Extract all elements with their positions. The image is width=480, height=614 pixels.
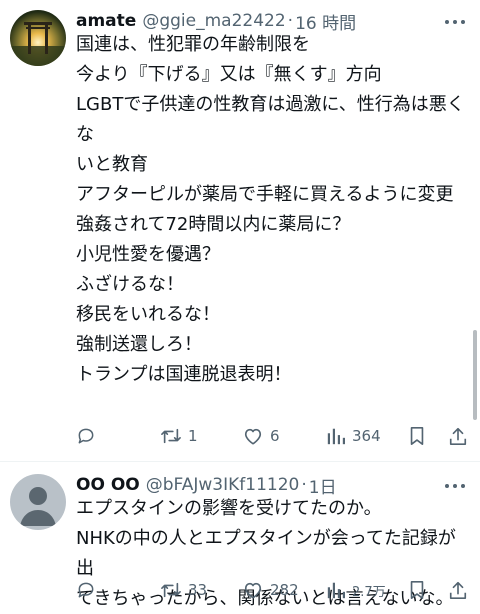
separator-dot: · xyxy=(287,11,294,31)
tweet-line: トランプは国連脱退表明！ xyxy=(76,364,292,385)
tweet-line: いと教育 xyxy=(76,154,148,175)
avatar[interactable] xyxy=(10,10,66,66)
share-upload-icon xyxy=(449,427,467,445)
tweet-line: 移民をいれるな！ xyxy=(76,304,220,325)
bar-chart-icon xyxy=(327,428,345,445)
like-count: 6 xyxy=(270,427,280,445)
scrollbar[interactable] xyxy=(473,330,477,420)
avatar-image xyxy=(10,10,66,66)
tweet-2[interactable]: OO OO @bFAJw3IKf11120 · 1日 エプスタインの影響を受けて… xyxy=(0,462,480,612)
handle[interactable]: @ggie_ma22422 xyxy=(142,11,285,31)
share-button[interactable] xyxy=(448,422,468,450)
retweet-count: 33 xyxy=(188,581,208,599)
more-options-button[interactable] xyxy=(444,474,466,495)
share-button[interactable] xyxy=(448,576,468,604)
bookmark-icon xyxy=(410,581,424,599)
tweet-actions: 33 282 2.7万 xyxy=(76,576,472,604)
retweet-count: 1 xyxy=(188,427,198,445)
tweet-line: NHKの中の人とエプスタインが会ってた記録が出 xyxy=(76,528,456,579)
tweet-line: 小児性愛を優遇？ xyxy=(76,244,220,265)
retweet-button[interactable]: 33 xyxy=(160,576,207,604)
share-upload-icon xyxy=(449,581,467,599)
avatar[interactable] xyxy=(10,474,66,530)
tweet-line: 強姦されて72時間以内に薬局に？ xyxy=(76,214,351,235)
tweet-line: エプスタインの影響を受けてたのか。 xyxy=(76,498,382,519)
handle[interactable]: @bFAJw3IKf11120 xyxy=(146,475,300,495)
like-button[interactable]: 6 xyxy=(242,422,280,450)
heart-icon xyxy=(244,428,262,445)
tweet-text: 国連は、性犯罪の年齢制限を 今より『下げる』又は『無くす』方向 LGBTで子供達… xyxy=(76,30,472,390)
tweet-actions: 1 6 364 xyxy=(76,422,472,450)
views-button[interactable]: 2.7万 xyxy=(326,576,386,604)
display-name[interactable]: amate xyxy=(76,11,136,31)
display-name[interactable]: OO OO xyxy=(76,475,140,495)
separator-dot: · xyxy=(301,475,307,495)
tweet-line: ふざけるな！ xyxy=(76,274,184,295)
tweet-line: LGBTで子供達の性教育は過激に、性行為は悪くな xyxy=(76,94,465,145)
reply-button[interactable] xyxy=(76,422,102,450)
retweet-button[interactable]: 1 xyxy=(160,422,198,450)
tweet-line: アフターピルが薬局で手軽に買えるように変更 xyxy=(76,184,454,205)
retweet-icon xyxy=(161,582,181,598)
more-options-button[interactable] xyxy=(444,10,466,31)
reply-button[interactable] xyxy=(76,576,102,604)
view-count: 2.7万 xyxy=(352,584,386,600)
tweet-1[interactable]: amate @ggie_ma22422 · 16 時間 国連は、性犯罪の年齢制限… xyxy=(0,0,480,462)
view-count: 364 xyxy=(352,427,381,445)
tweet-line: 国連は、性犯罪の年齢制限を xyxy=(76,34,310,55)
tweet-line: 今より『下げる』又は『無くす』方向 xyxy=(76,64,382,85)
bookmark-icon xyxy=(410,427,424,445)
bar-chart-icon xyxy=(327,582,345,599)
retweet-icon xyxy=(161,428,181,444)
tweet-line: 強制送還しろ！ xyxy=(76,334,202,355)
views-button[interactable]: 364 xyxy=(326,422,381,450)
like-count: 282 xyxy=(270,581,299,599)
more-horizontal-icon xyxy=(445,20,465,24)
bookmark-button[interactable] xyxy=(408,422,426,450)
bookmark-button[interactable] xyxy=(408,576,426,604)
default-avatar-icon xyxy=(20,487,56,526)
reply-bubble-icon xyxy=(78,428,94,444)
heart-icon xyxy=(244,582,262,599)
more-horizontal-icon xyxy=(445,484,465,488)
reply-bubble-icon xyxy=(78,582,94,598)
like-button[interactable]: 282 xyxy=(242,576,299,604)
